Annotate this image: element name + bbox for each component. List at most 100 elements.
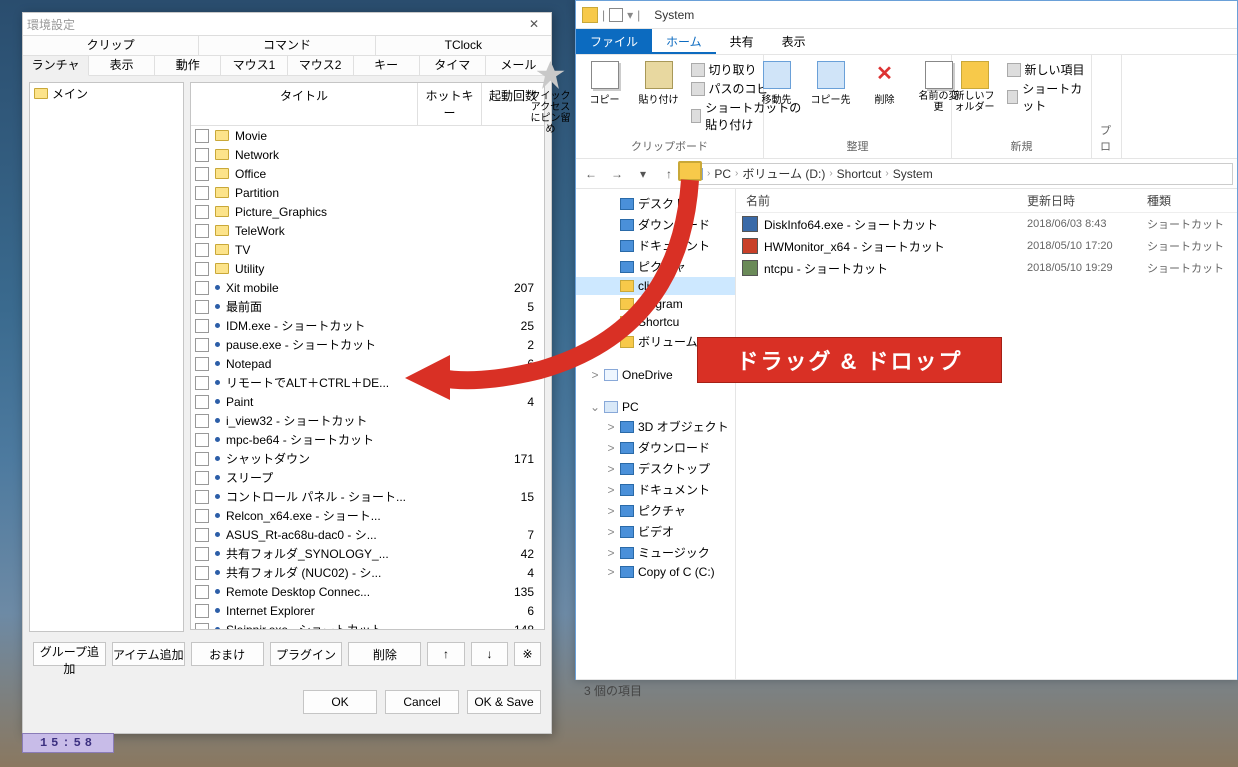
tree-item[interactable]: Shortcu — [576, 313, 735, 331]
up-button[interactable]: ↑ — [658, 163, 680, 185]
new-folder-button[interactable]: 新しいフォルダー — [953, 61, 997, 113]
breadcrumb[interactable]: PC — [714, 167, 731, 181]
up-button[interactable]: ↑ — [427, 642, 464, 666]
tree-item[interactable]: client — [576, 277, 735, 295]
tab-動作[interactable]: 動作 — [155, 56, 221, 75]
list-item[interactable]: Office — [191, 164, 544, 183]
item-add-button[interactable]: アイテム追加 — [112, 642, 185, 666]
expand-icon[interactable]: > — [590, 368, 600, 382]
tree-item[interactable]: program — [576, 295, 735, 313]
expand-icon[interactable]: > — [606, 420, 616, 434]
checkbox[interactable] — [195, 357, 209, 371]
close-icon[interactable]: ✕ — [521, 17, 547, 31]
chevron-down-icon[interactable]: ▾ — [627, 8, 633, 22]
checkbox[interactable] — [195, 376, 209, 390]
tab-view[interactable]: 表示 — [768, 29, 820, 54]
move-to-button[interactable]: 移動先 — [755, 61, 799, 106]
tree-panel[interactable]: デスクトッダウンロードドキュメントピクチャclientprogramShortc… — [576, 189, 736, 679]
list-item[interactable]: コントロール パネル - ショート...15 — [191, 487, 544, 506]
list-item[interactable]: TeleWork — [191, 221, 544, 240]
checkbox[interactable] — [195, 205, 209, 219]
checkbox[interactable] — [195, 547, 209, 561]
copy-button[interactable]: コピー — [583, 61, 627, 106]
expand-icon[interactable]: > — [606, 462, 616, 476]
checkbox[interactable] — [195, 490, 209, 504]
tab-マウス2[interactable]: マウス2 — [288, 56, 354, 75]
tab-タイマ[interactable]: タイマ — [420, 56, 486, 75]
column-type[interactable]: 種類 — [1147, 192, 1237, 209]
checkbox[interactable] — [195, 129, 209, 143]
list-item[interactable]: Remote Desktop Connec...135 — [191, 582, 544, 601]
pin-quick-access-button[interactable]: クイック アクセスにピン留め — [529, 61, 573, 135]
tab-file[interactable]: ファイル — [576, 29, 652, 54]
list-item[interactable]: Partition — [191, 183, 544, 202]
list-item[interactable]: Relcon_x64.exe - ショート... — [191, 506, 544, 525]
tree-item[interactable]: ダウンロード — [576, 214, 735, 235]
list-header-hotkey[interactable]: ホットキー — [418, 83, 482, 125]
list-item[interactable]: Utility — [191, 259, 544, 278]
cancel-button[interactable]: Cancel — [385, 690, 459, 714]
tree-item[interactable]: >3D オブジェクト — [576, 416, 735, 437]
breadcrumb[interactable]: System — [893, 167, 933, 181]
expand-icon[interactable]: > — [606, 441, 616, 455]
omake-button[interactable]: おまけ — [191, 642, 264, 666]
qat-icon[interactable] — [609, 8, 623, 22]
expand-icon[interactable]: > — [606, 525, 616, 539]
checkbox[interactable] — [195, 224, 209, 238]
list-item[interactable]: シャットダウン171 — [191, 449, 544, 468]
list-item[interactable]: TV — [191, 240, 544, 259]
file-row[interactable]: HWMonitor_x64 - ショートカット2018/05/10 17:20シ… — [736, 235, 1237, 257]
files-rows[interactable]: DiskInfo64.exe - ショートカット2018/06/03 8:43シ… — [736, 213, 1237, 679]
paste-button[interactable]: 貼り付け — [637, 61, 681, 106]
list-item[interactable]: i_view32 - ショートカット — [191, 411, 544, 430]
tree-item[interactable]: ピクチャ — [576, 256, 735, 277]
list-item[interactable]: スリープ — [191, 468, 544, 487]
tab-クリップ[interactable]: クリップ — [23, 36, 199, 55]
star-button[interactable]: ※ — [514, 642, 541, 666]
delete-button[interactable]: ✕削除 — [863, 61, 907, 106]
checkbox[interactable] — [195, 509, 209, 523]
tab-home[interactable]: ホーム — [652, 29, 716, 54]
list-item[interactable]: Xit mobile207 — [191, 278, 544, 297]
forward-button[interactable]: → — [606, 163, 628, 185]
checkbox[interactable] — [195, 243, 209, 257]
tab-ランチャ[interactable]: ランチャ — [23, 56, 89, 76]
list-item[interactable]: Network — [191, 145, 544, 164]
list-header-title[interactable]: タイトル — [191, 83, 418, 125]
tab-マウス1[interactable]: マウス1 — [221, 56, 287, 75]
plugin-button[interactable]: プラグイン — [270, 642, 343, 666]
checkbox[interactable] — [195, 528, 209, 542]
column-name[interactable]: 名前 — [736, 192, 1027, 209]
recent-button[interactable]: ▾ — [632, 163, 654, 185]
back-button[interactable]: ← — [580, 163, 602, 185]
down-button[interactable]: ↓ — [471, 642, 508, 666]
tree-item[interactable]: >Copy of C (C:) — [576, 563, 735, 581]
list-item[interactable]: Movie — [191, 126, 544, 145]
breadcrumb[interactable]: Shortcut — [837, 167, 882, 181]
checkbox[interactable] — [195, 300, 209, 314]
ok-save-button[interactable]: OK & Save — [467, 690, 541, 714]
list-item[interactable]: Sleipnir.exe - ショートカット148 — [191, 620, 544, 629]
list-item[interactable]: ASUS_Rt-ac68u-dac0 - シ...7 — [191, 525, 544, 544]
checkbox[interactable] — [195, 395, 209, 409]
column-date[interactable]: 更新日時 — [1027, 192, 1147, 209]
tree-item[interactable]: >ビデオ — [576, 521, 735, 542]
list-item[interactable]: IDM.exe - ショートカット25 — [191, 316, 544, 335]
checkbox[interactable] — [195, 433, 209, 447]
tree-item[interactable]: >デスクトップ — [576, 458, 735, 479]
list-item[interactable]: 共有フォルダ_SYNOLOGY_...42 — [191, 544, 544, 563]
tree-item[interactable]: デスクトッ — [576, 193, 735, 214]
expand-icon[interactable]: > — [606, 565, 616, 579]
shortcut-button[interactable]: ショートカット — [1007, 80, 1091, 114]
list-item[interactable]: mpc-be64 - ショートカット — [191, 430, 544, 449]
tree-item[interactable]: >ドキュメント — [576, 479, 735, 500]
group-panel[interactable]: メイン — [29, 82, 184, 632]
list-item[interactable]: Internet Explorer6 — [191, 601, 544, 620]
group-add-button[interactable]: グループ追加 — [33, 642, 106, 666]
expand-icon[interactable]: ⌄ — [590, 400, 600, 414]
expand-icon[interactable]: > — [606, 504, 616, 518]
checkbox[interactable] — [195, 148, 209, 162]
copy-to-button[interactable]: コピー先 — [809, 61, 853, 106]
checkbox[interactable] — [195, 167, 209, 181]
list-item[interactable]: Picture_Graphics — [191, 202, 544, 221]
